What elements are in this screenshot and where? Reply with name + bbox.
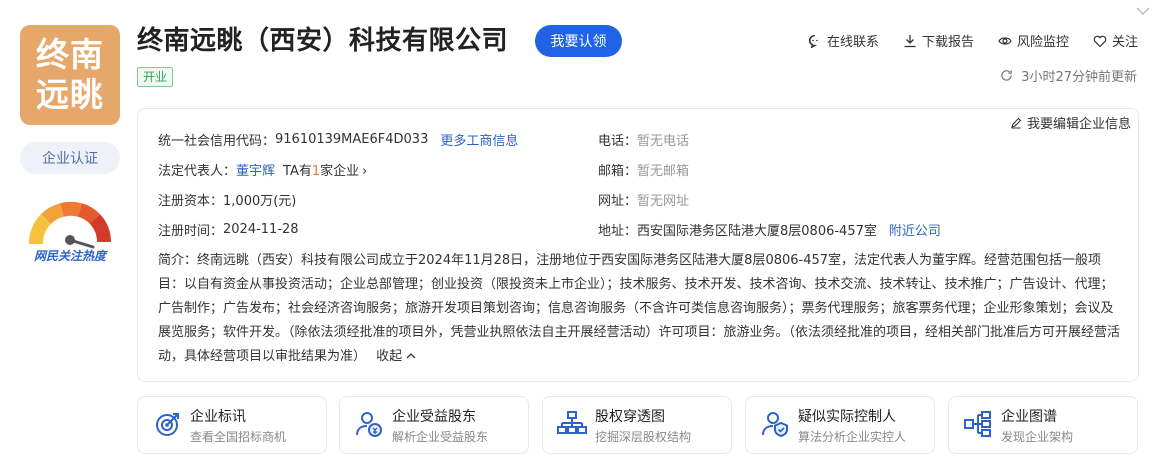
ta-suffix: 家企业 <box>320 164 360 179</box>
address-value: 西安国际港务区陆港大厦8层0806-457室 <box>637 224 877 239</box>
feature-card-beneficial-shareholders[interactable]: 企业受益股东 解析企业受益股东 <box>339 396 529 454</box>
edit-icon <box>1011 117 1022 129</box>
graph-icon <box>964 411 991 437</box>
follow-label: 关注 <box>1111 35 1138 50</box>
chevron-up-icon <box>406 353 416 359</box>
reg-date-value: 2024-11-28 <box>223 222 299 237</box>
company-name: 终南远眺（西安）科技有限公司 <box>137 26 509 56</box>
follow-button[interactable]: 关注 <box>1093 31 1138 50</box>
feature-title: 疑似实际控制人 <box>798 409 896 425</box>
update-time-text: 3小时27分钟前更新 <box>1021 70 1137 85</box>
online-contact-button[interactable]: 在线联系 <box>808 31 879 50</box>
download-icon <box>904 34 916 47</box>
risk-monitor-label: 风险监控 <box>1016 35 1069 50</box>
feature-title: 企业受益股东 <box>392 409 476 425</box>
equity-tree-icon <box>557 411 587 434</box>
more-info-link[interactable]: 更多工商信息 <box>440 130 518 149</box>
chevron-right-icon: › <box>362 164 368 179</box>
phone-label: 电话： <box>598 134 638 149</box>
ta-prefix: TA有 <box>283 164 312 179</box>
capital-value: 1,000万(元) <box>223 194 297 209</box>
download-report-button[interactable]: 下载报告 <box>903 31 974 50</box>
corner-mark-icon <box>1136 7 1150 16</box>
risk-monitor-button[interactable]: 风险监控 <box>998 31 1069 50</box>
claim-button[interactable]: 我要认领 <box>535 25 622 57</box>
collapse-button[interactable]: 收起 <box>376 349 416 364</box>
status-badge: 开业 <box>137 67 174 87</box>
website-value: 暂无网址 <box>637 194 690 209</box>
edit-info-link[interactable]: 我要编辑企业信息 <box>1010 113 1131 132</box>
ta-count: 1 <box>311 164 321 179</box>
nearby-companies-link[interactable]: 附近公司 <box>889 220 941 239</box>
feature-subtitle: 查看全国招标商机 <box>190 430 287 444</box>
phone-row: 电话： 暂无电话 <box>598 130 689 149</box>
chat-icon <box>808 34 818 48</box>
capital-row: 注册资本： 1,000万(元) <box>158 190 296 209</box>
feature-card-actual-controller[interactable]: 疑似实际控制人 算法分析企业实控人 <box>745 396 935 454</box>
top-actions: 在线联系 下载报告 风险监控 关注 <box>808 31 1138 50</box>
email-value: 暂无邮箱 <box>637 164 690 179</box>
reg-date-row: 注册时间： 2024-11-28 <box>158 220 299 239</box>
company-logo: 终南远眺 <box>20 25 120 125</box>
update-time: 3小时27分钟前更新 <box>1000 66 1137 85</box>
credit-code-row: 统一社会信用代码： 91610139MAE6F4D033 更多工商信息 <box>158 130 518 149</box>
online-contact-label: 在线联系 <box>826 35 879 50</box>
feature-card-equity-penetration[interactable]: 股权穿透图 挖掘深层股权结构 <box>542 396 732 454</box>
credit-code-value: 91610139MAE6F4D033 <box>275 132 429 147</box>
refresh-icon[interactable] <box>1000 69 1013 82</box>
download-report-label: 下载报告 <box>921 35 974 50</box>
collapse-label: 收起 <box>376 349 403 364</box>
phone-value: 暂无电话 <box>637 134 690 149</box>
feature-title: 股权穿透图 <box>595 409 665 425</box>
edit-info-label: 我要编辑企业信息 <box>1026 117 1131 132</box>
feature-subtitle: 解析企业受益股东 <box>392 430 489 444</box>
feature-subtitle: 发现企业架构 <box>1001 430 1074 444</box>
legal-rep-row: 法定代表人： 董宇辉 TA有1家企业 › <box>158 160 367 179</box>
feature-subtitle: 挖掘深层股权结构 <box>595 430 692 444</box>
email-row: 邮箱： 暂无邮箱 <box>598 160 689 179</box>
feature-title: 企业标讯 <box>190 409 246 425</box>
heat-label: 网民关注热度 <box>33 249 106 263</box>
address-row: 地址： 西安国际港务区陆港大厦8层0806-457室 附近公司 <box>598 220 941 239</box>
certification-button[interactable]: 企业认证 <box>20 142 120 174</box>
heart-icon <box>1093 35 1107 47</box>
reg-date-label: 注册时间： <box>158 224 224 239</box>
legal-rep-label: 法定代表人： <box>158 164 237 179</box>
feature-title: 企业图谱 <box>1001 409 1057 425</box>
logo-text: 终南远眺 <box>36 35 104 114</box>
address-label: 地址： <box>598 224 638 239</box>
company-info-card: 我要编辑企业信息 统一社会信用代码： 91610139MAE6F4D033 更多… <box>137 108 1139 382</box>
target-icon <box>156 413 179 436</box>
website-label: 网址： <box>598 194 638 209</box>
intro-label: 简介： <box>158 253 198 268</box>
shareholder-icon <box>356 412 382 437</box>
controller-icon <box>762 412 788 438</box>
feature-card-enterprise-graph[interactable]: 企业图谱 发现企业架构 <box>948 396 1138 454</box>
feature-card-bidding[interactable]: 企业标讯 查看全国招标商机 <box>137 396 327 454</box>
legal-rep-link[interactable]: 董宇辉 <box>236 160 275 179</box>
website-row: 网址： 暂无网址 <box>598 190 689 209</box>
capital-label: 注册资本： <box>158 194 224 209</box>
feature-subtitle: 算法分析企业实控人 <box>798 430 907 444</box>
company-intro: 简介：终南远眺（西安）科技有限公司成立于2024年11月28日，注册地位于西安国… <box>158 249 1122 369</box>
email-label: 邮箱： <box>598 164 638 179</box>
eye-icon <box>998 36 1012 45</box>
credit-code-label: 统一社会信用代码： <box>158 134 276 149</box>
legal-rep-companies[interactable]: TA有1家企业 › <box>283 160 367 179</box>
intro-text: 终南远眺（西安）科技有限公司成立于2024年11月28日，注册地位于西安国际港务… <box>158 253 1121 364</box>
